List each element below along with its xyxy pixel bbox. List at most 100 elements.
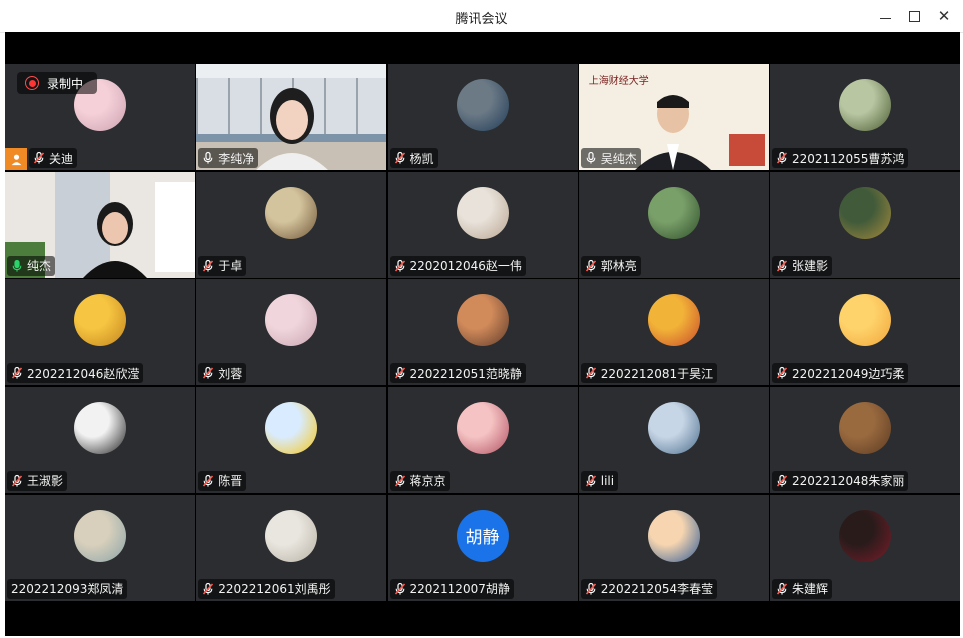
- mic-muted-icon: [203, 367, 214, 379]
- mic-muted-icon: [203, 474, 214, 487]
- participant-name: 2202212046赵欣滢: [27, 366, 140, 381]
- participant-name: 2202212054李春莹: [600, 582, 714, 597]
- participant-name: 于卓: [218, 259, 243, 274]
- participant-tile[interactable]: 上海财经大学 吴纯杰: [578, 64, 769, 170]
- avatar: [74, 401, 126, 454]
- avatar: [265, 186, 318, 239]
- participant-name-tag: 2202212048朱家丽: [772, 470, 909, 491]
- participant-tile[interactable]: 张建影: [770, 171, 960, 278]
- participant-tile[interactable]: 刘蓉: [196, 279, 387, 386]
- title-bar: 腾讯会议 ✕: [0, 0, 963, 33]
- mic-icon: [203, 151, 213, 164]
- participant-name-tag: 杨凯: [389, 148, 438, 168]
- avatar: [647, 186, 700, 239]
- participant-name: 2202112007胡静: [409, 582, 510, 597]
- participant-name-tag: 2202012046赵一伟: [389, 255, 526, 276]
- participant-name: 2202112055曹苏鸿: [792, 151, 905, 166]
- mic-icon: [12, 259, 22, 272]
- close-button[interactable]: ✕: [933, 6, 955, 26]
- maximize-button[interactable]: [903, 6, 925, 26]
- participant-name-tag: 蒋京京: [389, 470, 450, 491]
- participant-name-tag: 2202212054李春莹: [580, 578, 718, 599]
- participant-name-tag: 2202212051范晓静: [389, 363, 526, 384]
- participant-name-tag: 张建影: [772, 255, 833, 276]
- avatar: [647, 294, 700, 347]
- participant-tile[interactable]: 2202012046赵一伟: [387, 171, 578, 278]
- participant-tile[interactable]: 纯杰: [5, 171, 195, 278]
- avatar: [839, 294, 891, 347]
- record-icon: [25, 76, 39, 90]
- participant-name-tag: 陈晋: [198, 470, 247, 491]
- participant-name: 张建影: [792, 259, 829, 274]
- mic-muted-icon: [394, 259, 405, 272]
- participant-tile[interactable]: 录制中 关迪: [5, 64, 195, 170]
- mic-muted-icon: [776, 259, 788, 272]
- mic-muted-icon: [776, 474, 788, 487]
- mic-muted-icon: [776, 151, 788, 164]
- participant-tile[interactable]: 杨凯: [387, 64, 578, 170]
- participant-tile[interactable]: 2202212046赵欣滢: [5, 279, 195, 386]
- participant-name: 2202212061刘禹彤: [218, 582, 331, 597]
- participant-name: 蒋京京: [409, 474, 446, 489]
- mic-muted-icon: [203, 582, 214, 595]
- participant-tile[interactable]: 2202212048朱家丽: [770, 386, 960, 493]
- participant-name: 李纯净: [218, 151, 255, 166]
- mic-muted-icon: [394, 474, 405, 487]
- minimize-icon: [879, 17, 891, 19]
- participant-name-tag: 2202212046赵欣滢: [7, 363, 144, 384]
- participant-tile[interactable]: 2202212051范晓静: [387, 279, 578, 386]
- avatar: [647, 509, 700, 562]
- avatar: [265, 294, 318, 347]
- recording-indicator[interactable]: 录制中: [17, 72, 97, 94]
- participant-tile[interactable]: 王淑影: [5, 386, 195, 493]
- participant-tile[interactable]: 陈晋: [196, 386, 387, 493]
- avatar: [456, 401, 509, 454]
- participant-tile[interactable]: 2202112055曹苏鸿: [770, 64, 960, 170]
- participant-name-tag: 郭林亮: [580, 255, 641, 276]
- participant-tile[interactable]: 2202212081于昊江: [578, 279, 769, 386]
- participant-tile[interactable]: 2202212061刘禹彤: [196, 494, 387, 601]
- university-logo-text: 上海财经大学: [588, 76, 649, 87]
- avatar: [839, 401, 891, 454]
- avatar: [456, 79, 509, 131]
- participant-grid: 录制中 关迪李纯净 杨凯 上海财经大学吴纯杰 2202112055曹苏鸿纯杰于卓 2202…: [5, 64, 960, 604]
- participant-name-tag: 2202112007胡静: [389, 578, 514, 599]
- mic-muted-icon: [776, 367, 788, 379]
- participant-name-tag: 2202212093郑凤清: [7, 578, 128, 599]
- participant-tile[interactable]: 蒋京京: [387, 386, 578, 493]
- participant-tile[interactable]: 胡静 2202112007胡静: [387, 494, 578, 601]
- participant-tile[interactable]: 朱建辉: [770, 494, 960, 601]
- participant-tile[interactable]: 于卓: [196, 171, 387, 278]
- participant-name: 2202212081于昊江: [600, 366, 714, 381]
- participant-name: 2202212093郑凤清: [11, 582, 124, 597]
- participant-name: 刘蓉: [218, 366, 243, 381]
- mic-muted-icon: [585, 259, 596, 272]
- mic-muted-icon: [776, 582, 788, 595]
- window-title: 腾讯会议: [455, 12, 508, 27]
- participant-name-tag: 2202212061刘禹彤: [198, 578, 335, 599]
- participant-name-tag: 2202212081于昊江: [580, 363, 718, 384]
- participant-tile[interactable]: 郭林亮: [578, 171, 769, 278]
- mic-muted-icon: [203, 259, 214, 272]
- avatar: [74, 509, 126, 562]
- mic-muted-icon: [33, 151, 45, 164]
- meeting-stage: 录制中 关迪李纯净 杨凯 上海财经大学吴纯杰 2202112055曹苏鸿纯杰于卓 2202…: [5, 32, 960, 636]
- minimize-button[interactable]: [874, 6, 896, 26]
- participant-name: 吴纯杰: [600, 151, 637, 166]
- avatar: [265, 509, 318, 562]
- avatar: 胡静: [456, 509, 509, 562]
- participant-name-tag: 王淑影: [7, 470, 68, 491]
- avatar: [839, 509, 891, 562]
- participant-name-tag: 2202212049边巧柔: [772, 363, 909, 384]
- participant-name-tag: lili: [580, 470, 619, 491]
- participant-name: 2202212051范晓静: [409, 366, 522, 381]
- participant-tile[interactable]: lili: [578, 386, 769, 493]
- participant-tile[interactable]: 2202212093郑凤清: [5, 494, 195, 601]
- participant-tile[interactable]: 李纯净: [196, 64, 387, 170]
- avatar: [647, 401, 700, 454]
- participant-tile[interactable]: 2202212054李春莹: [578, 494, 769, 601]
- avatar: [456, 186, 509, 239]
- avatar: [74, 294, 126, 347]
- participant-name-tag: 吴纯杰: [580, 148, 641, 168]
- participant-tile[interactable]: 2202212049边巧柔: [770, 279, 960, 386]
